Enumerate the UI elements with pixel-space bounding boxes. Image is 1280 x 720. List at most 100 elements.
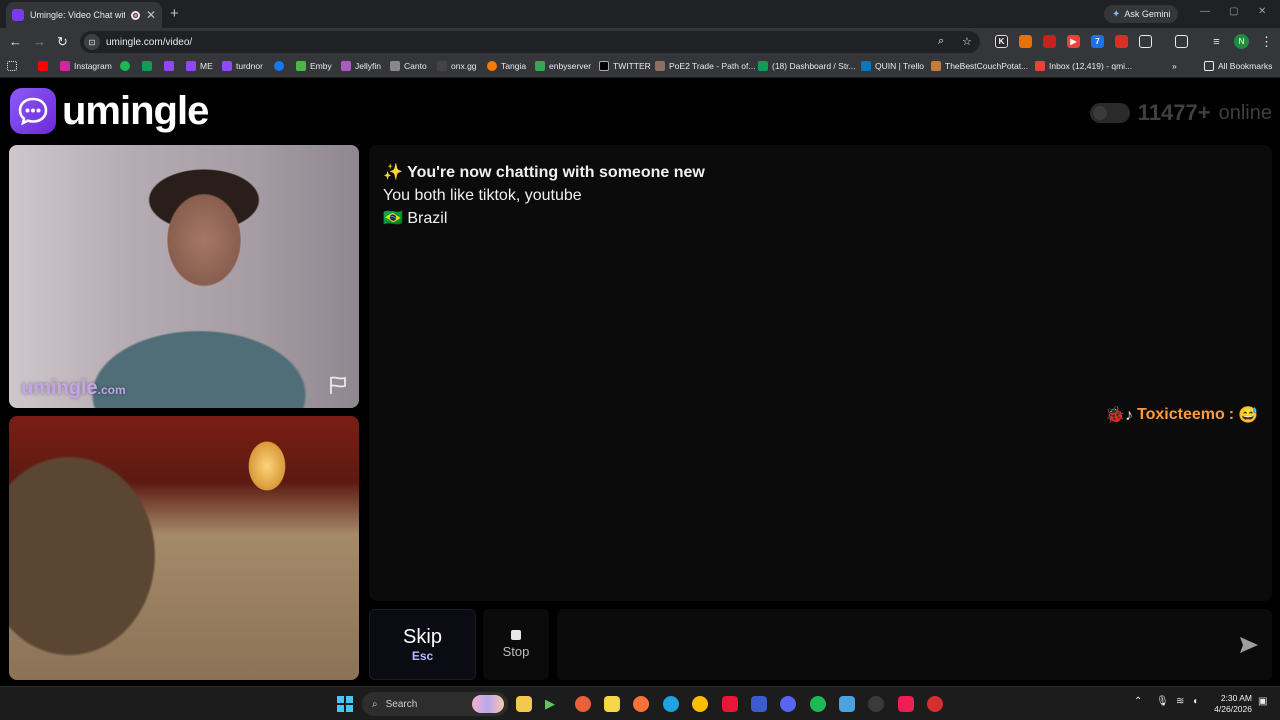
new-tab-button[interactable]: + bbox=[170, 5, 179, 22]
bookmark-poe2-trade[interactable]: PoE2 Trade - Path of... bbox=[655, 61, 755, 71]
extension-k-icon[interactable]: K bbox=[995, 35, 1008, 48]
bookmark-inbox[interactable]: Inbox (12,419) - qmi... bbox=[1035, 61, 1132, 71]
tiktok-icon[interactable] bbox=[898, 696, 914, 712]
bookmark-twitch-icon[interactable] bbox=[164, 61, 174, 71]
obs-icon[interactable] bbox=[868, 696, 884, 712]
bookmark-me[interactable]: ME bbox=[186, 61, 213, 71]
media-controls-icon[interactable]: ≡ bbox=[1210, 35, 1223, 48]
cc-app-icon[interactable] bbox=[927, 696, 943, 712]
bookmarks-overflow-icon[interactable]: » bbox=[1172, 61, 1177, 71]
bookmark-youtube-icon[interactable] bbox=[38, 61, 48, 71]
recording-indicator-icon bbox=[130, 10, 140, 20]
browser-tab-strip: Umingle: Video Chat with S ✕ + ✦ Ask Gem… bbox=[0, 0, 1280, 28]
microphone-icon[interactable]: 🎙 bbox=[1156, 696, 1169, 707]
zoom-icon[interactable]: ⌕ bbox=[938, 35, 944, 48]
edge-icon[interactable] bbox=[663, 696, 679, 712]
windows-taskbar: ⌕ Search ▶ ⌃ 🎙 ≋ ◖ 2:30 AM 4/26/2026 ▣ bbox=[0, 686, 1280, 720]
skip-button[interactable]: Skip Esc bbox=[369, 609, 476, 680]
emby-icon bbox=[296, 61, 306, 71]
skip-shortcut: Esc bbox=[411, 649, 434, 663]
taskbar-search[interactable]: ⌕ Search bbox=[362, 692, 508, 716]
gmail-icon bbox=[1035, 61, 1045, 71]
extension-ribbon-icon[interactable] bbox=[1115, 35, 1128, 48]
file-explorer-icon[interactable] bbox=[516, 696, 532, 712]
play-app-icon[interactable]: ▶ bbox=[545, 696, 561, 712]
twitch-icon bbox=[186, 61, 196, 71]
tray-overflow-icon[interactable]: ⌃ bbox=[1134, 696, 1142, 707]
online-count: 11477+ bbox=[1137, 100, 1211, 125]
volume-icon[interactable]: ◖ bbox=[1192, 696, 1198, 707]
opera-icon[interactable] bbox=[722, 696, 738, 712]
address-bar[interactable]: ⊡ umingle.com/video/ ⌕ ☆ bbox=[80, 31, 980, 53]
site-logo[interactable]: umingle bbox=[10, 88, 209, 134]
bookmark-twitter[interactable]: TWITTER bbox=[599, 61, 651, 71]
minimize-window-icon[interactable]: — bbox=[1200, 6, 1210, 17]
bookmark-green-app-icon[interactable] bbox=[142, 61, 152, 71]
stop-label: Stop bbox=[502, 644, 530, 659]
discord-icon[interactable] bbox=[780, 696, 796, 712]
bookmark-jellyfin[interactable]: Jellyfin bbox=[341, 61, 381, 71]
bookmark-canto[interactable]: Canto bbox=[390, 61, 427, 71]
browser-toolbar: ← → ↻ ⊡ umingle.com/video/ ⌕ ☆ K ▶ 7 ≡ N… bbox=[0, 28, 1280, 56]
shared-interests: You both like tiktok, youtube bbox=[383, 187, 582, 204]
extensions-puzzle-icon[interactable] bbox=[1139, 35, 1152, 48]
stop-button[interactable]: Stop bbox=[483, 609, 549, 680]
system-message: ✨ You're now chatting with someone new Y… bbox=[383, 161, 705, 230]
ask-gemini-button[interactable]: ✦ Ask Gemini bbox=[1104, 5, 1179, 23]
bookmark-dashboard[interactable]: (18) Dashboard / Str... bbox=[758, 61, 856, 71]
firefox-icon[interactable] bbox=[633, 696, 649, 712]
basketball-app-icon[interactable] bbox=[575, 696, 591, 712]
jellyfin-icon bbox=[341, 61, 351, 71]
system-clock[interactable]: 2:30 AM 4/26/2026 bbox=[1212, 693, 1252, 715]
windows-start-icon[interactable] bbox=[337, 696, 353, 712]
bookmark-star-icon[interactable]: ☆ bbox=[962, 35, 972, 48]
report-flag-icon[interactable] bbox=[327, 374, 349, 396]
extension-fox-icon[interactable] bbox=[1019, 35, 1032, 48]
bookmark-facebook-icon[interactable] bbox=[274, 61, 284, 71]
bookmark-spotify-icon[interactable] bbox=[120, 61, 130, 71]
notification-bell-icon[interactable]: ▣ bbox=[1258, 696, 1267, 707]
remote-video: umingle.com bbox=[9, 145, 359, 408]
message-input[interactable] bbox=[557, 609, 1272, 680]
clock-time: 2:30 AM bbox=[1220, 693, 1252, 703]
bookmark-emby[interactable]: Emby bbox=[296, 61, 332, 71]
new-chat-headline: ✨ You're now chatting with someone new bbox=[383, 164, 705, 181]
site-info-icon[interactable]: ⊡ bbox=[84, 34, 100, 50]
tab-title: Umingle: Video Chat with S bbox=[30, 10, 125, 20]
back-arrow-icon[interactable]: ← bbox=[9, 34, 22, 50]
chat-username[interactable]: Toxicteemo bbox=[1137, 406, 1225, 424]
notepad-icon[interactable] bbox=[839, 696, 855, 712]
extension-shield-icon[interactable] bbox=[1043, 35, 1056, 48]
close-tab-icon[interactable]: ✕ bbox=[146, 8, 156, 22]
side-panel-icon[interactable] bbox=[1175, 35, 1188, 48]
remote-app-icon[interactable] bbox=[751, 696, 767, 712]
bookmark-tangia[interactable]: Tangia bbox=[487, 61, 526, 71]
chrome-icon[interactable] bbox=[692, 696, 708, 712]
spotify-icon[interactable] bbox=[810, 696, 826, 712]
bookmark-onx[interactable]: onx.gg bbox=[437, 61, 477, 71]
onx-icon bbox=[437, 61, 447, 71]
extension-youtube-icon[interactable]: ▶ bbox=[1067, 35, 1080, 48]
x-twitter-icon bbox=[599, 61, 609, 71]
bookmark-enbyserver[interactable]: enbyserver bbox=[535, 61, 591, 71]
send-icon[interactable] bbox=[1238, 634, 1260, 656]
theme-toggle[interactable] bbox=[1089, 103, 1130, 123]
all-bookmarks[interactable]: All Bookmarks bbox=[1204, 61, 1272, 71]
reload-icon[interactable]: ↻ bbox=[57, 34, 68, 50]
bookmark-couch-potato[interactable]: TheBestCouchPotat... bbox=[931, 61, 1028, 71]
bookmark-instagram[interactable]: Instagram bbox=[60, 61, 112, 71]
close-window-icon[interactable]: ✕ bbox=[1258, 6, 1266, 17]
browser-tab[interactable]: Umingle: Video Chat with S ✕ bbox=[6, 2, 162, 28]
skip-label: Skip bbox=[403, 626, 442, 648]
forward-arrow-icon[interactable]: → bbox=[33, 34, 46, 50]
extension-seven-icon[interactable]: 7 bbox=[1091, 35, 1104, 48]
browser-menu-icon[interactable]: ⋮ bbox=[1260, 34, 1273, 50]
apps-grid-icon[interactable] bbox=[7, 61, 17, 71]
sticky-notes-icon[interactable] bbox=[604, 696, 620, 712]
clock-date: 4/26/2026 bbox=[1214, 704, 1252, 714]
bookmark-turdnor[interactable]: turdnor bbox=[222, 61, 263, 71]
wifi-icon[interactable]: ≋ bbox=[1176, 696, 1184, 707]
maximize-window-icon[interactable]: ▢ bbox=[1229, 6, 1238, 17]
profile-avatar[interactable]: N bbox=[1234, 34, 1249, 49]
bookmark-trello[interactable]: QUIN | Trello bbox=[861, 61, 924, 71]
